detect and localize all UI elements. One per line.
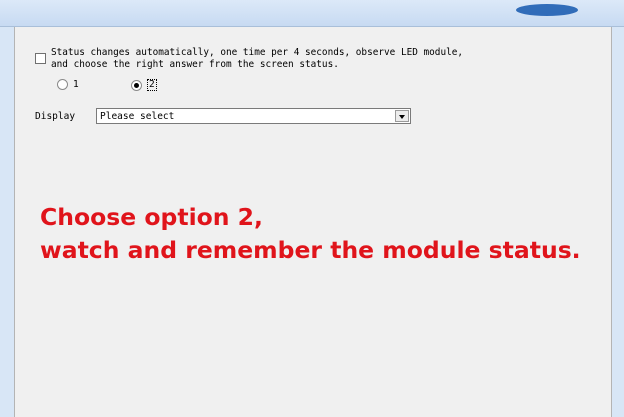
instruction-overlay: Choose option 2, watch and remember the … [40,201,581,267]
display-select-value: Please select [100,111,175,122]
radio-2-label: 2 [147,79,157,91]
overlay-line-1: Choose option 2, [40,203,263,231]
radio-option-1[interactable]: 1 [57,79,79,90]
radio-2-circle[interactable] [131,79,142,91]
window-titlebar [0,0,624,27]
radio-1-label: 1 [73,79,79,90]
window-border-right [611,27,624,417]
auto-status-checkbox[interactable] [35,53,46,64]
instruction-text: Status changes automatically, one time p… [51,47,464,70]
radio-option-2[interactable]: 2 [131,79,157,91]
display-select[interactable]: Please select [96,108,411,124]
chevron-down-icon[interactable] [395,110,409,122]
window-border-left [0,27,14,417]
auto-status-row: Status changes automatically, one time p… [35,47,471,71]
radio-1-circle[interactable] [57,79,68,90]
display-label: Display [35,111,76,122]
overlay-line-2: watch and remember the module status. [40,236,581,264]
decorative-blob [516,4,578,16]
